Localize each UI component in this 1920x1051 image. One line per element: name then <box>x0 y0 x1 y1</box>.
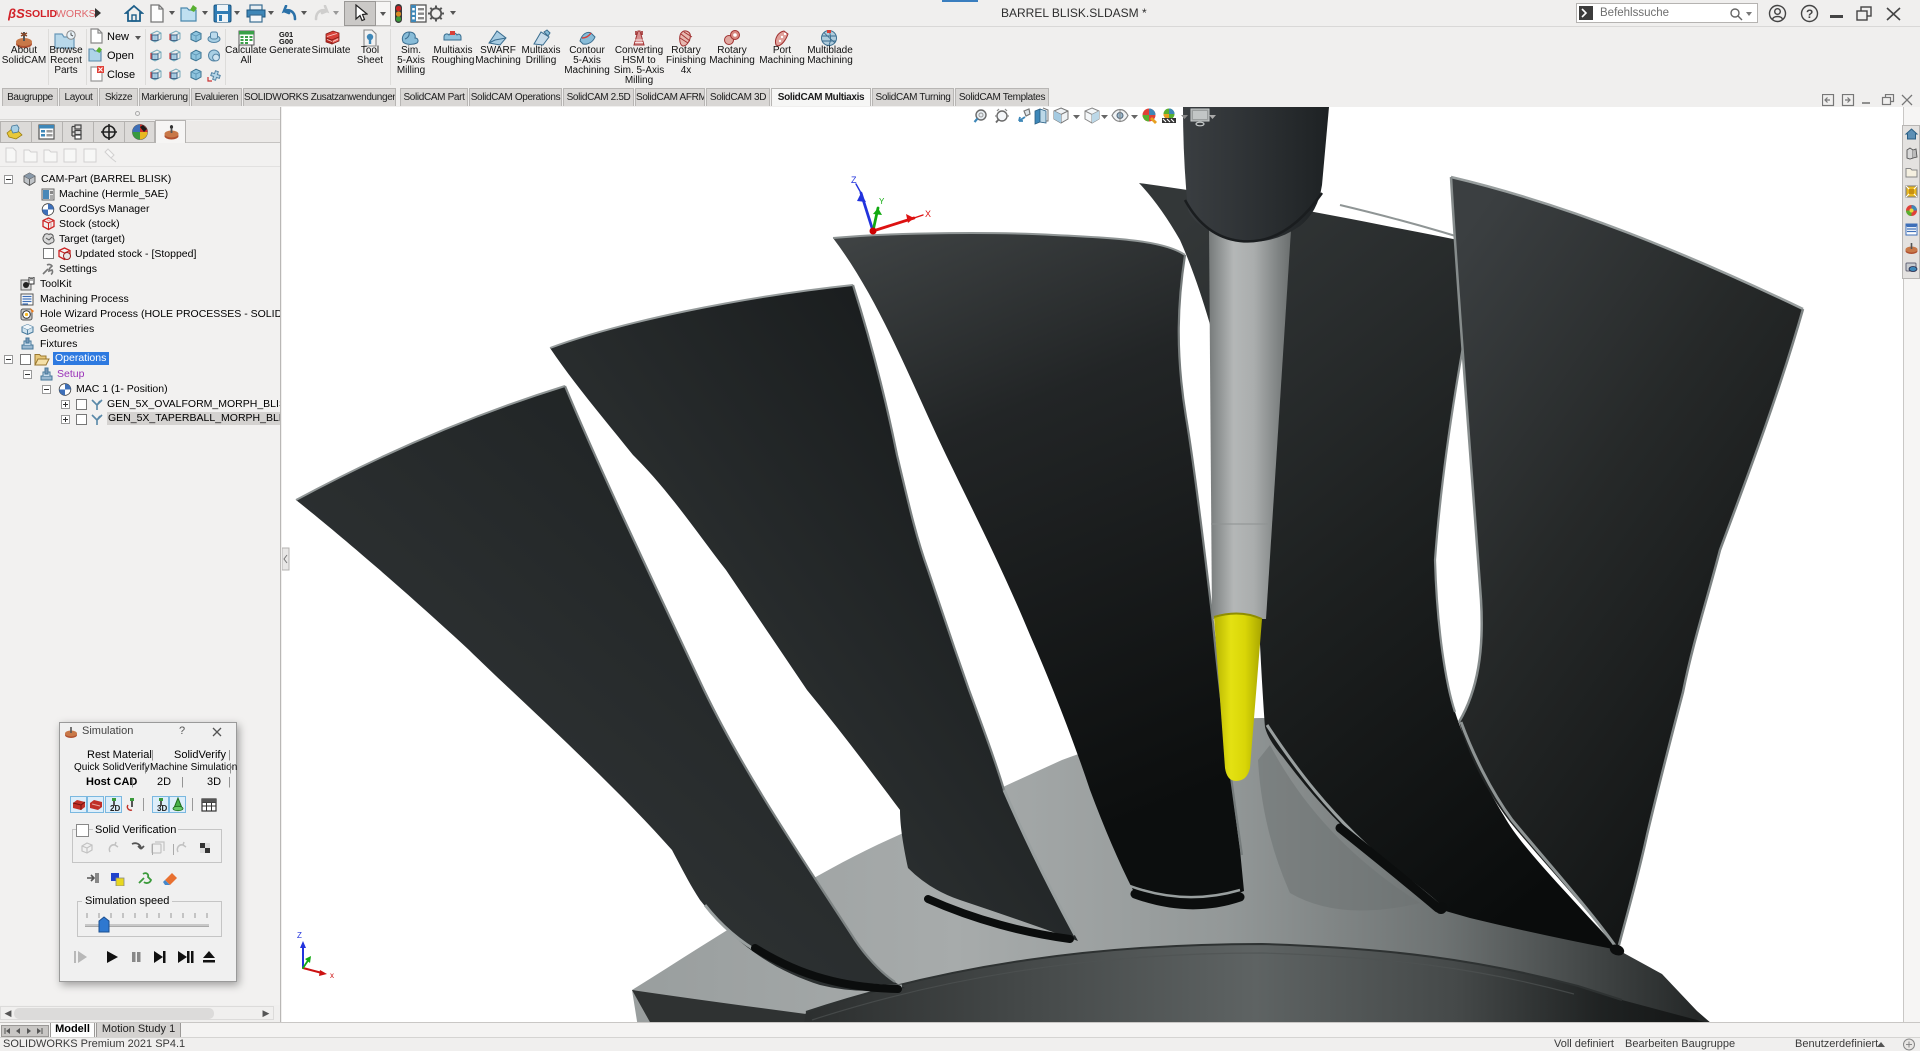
svg-text:X: X <box>925 209 931 219</box>
svg-text:SOLID: SOLID <box>25 8 58 20</box>
svg-text:x: x <box>330 971 334 980</box>
svg-text:Z: Z <box>297 931 302 940</box>
svg-text:Z: Z <box>851 175 857 185</box>
svg-text:Y: Y <box>879 197 885 206</box>
svg-text:WORKS: WORKS <box>56 8 96 20</box>
svg-text:βS: βS <box>8 6 25 21</box>
svg-text:2D: 2D <box>110 804 120 812</box>
svg-text:?: ? <box>1806 7 1813 21</box>
svg-text:3D: 3D <box>157 804 167 812</box>
